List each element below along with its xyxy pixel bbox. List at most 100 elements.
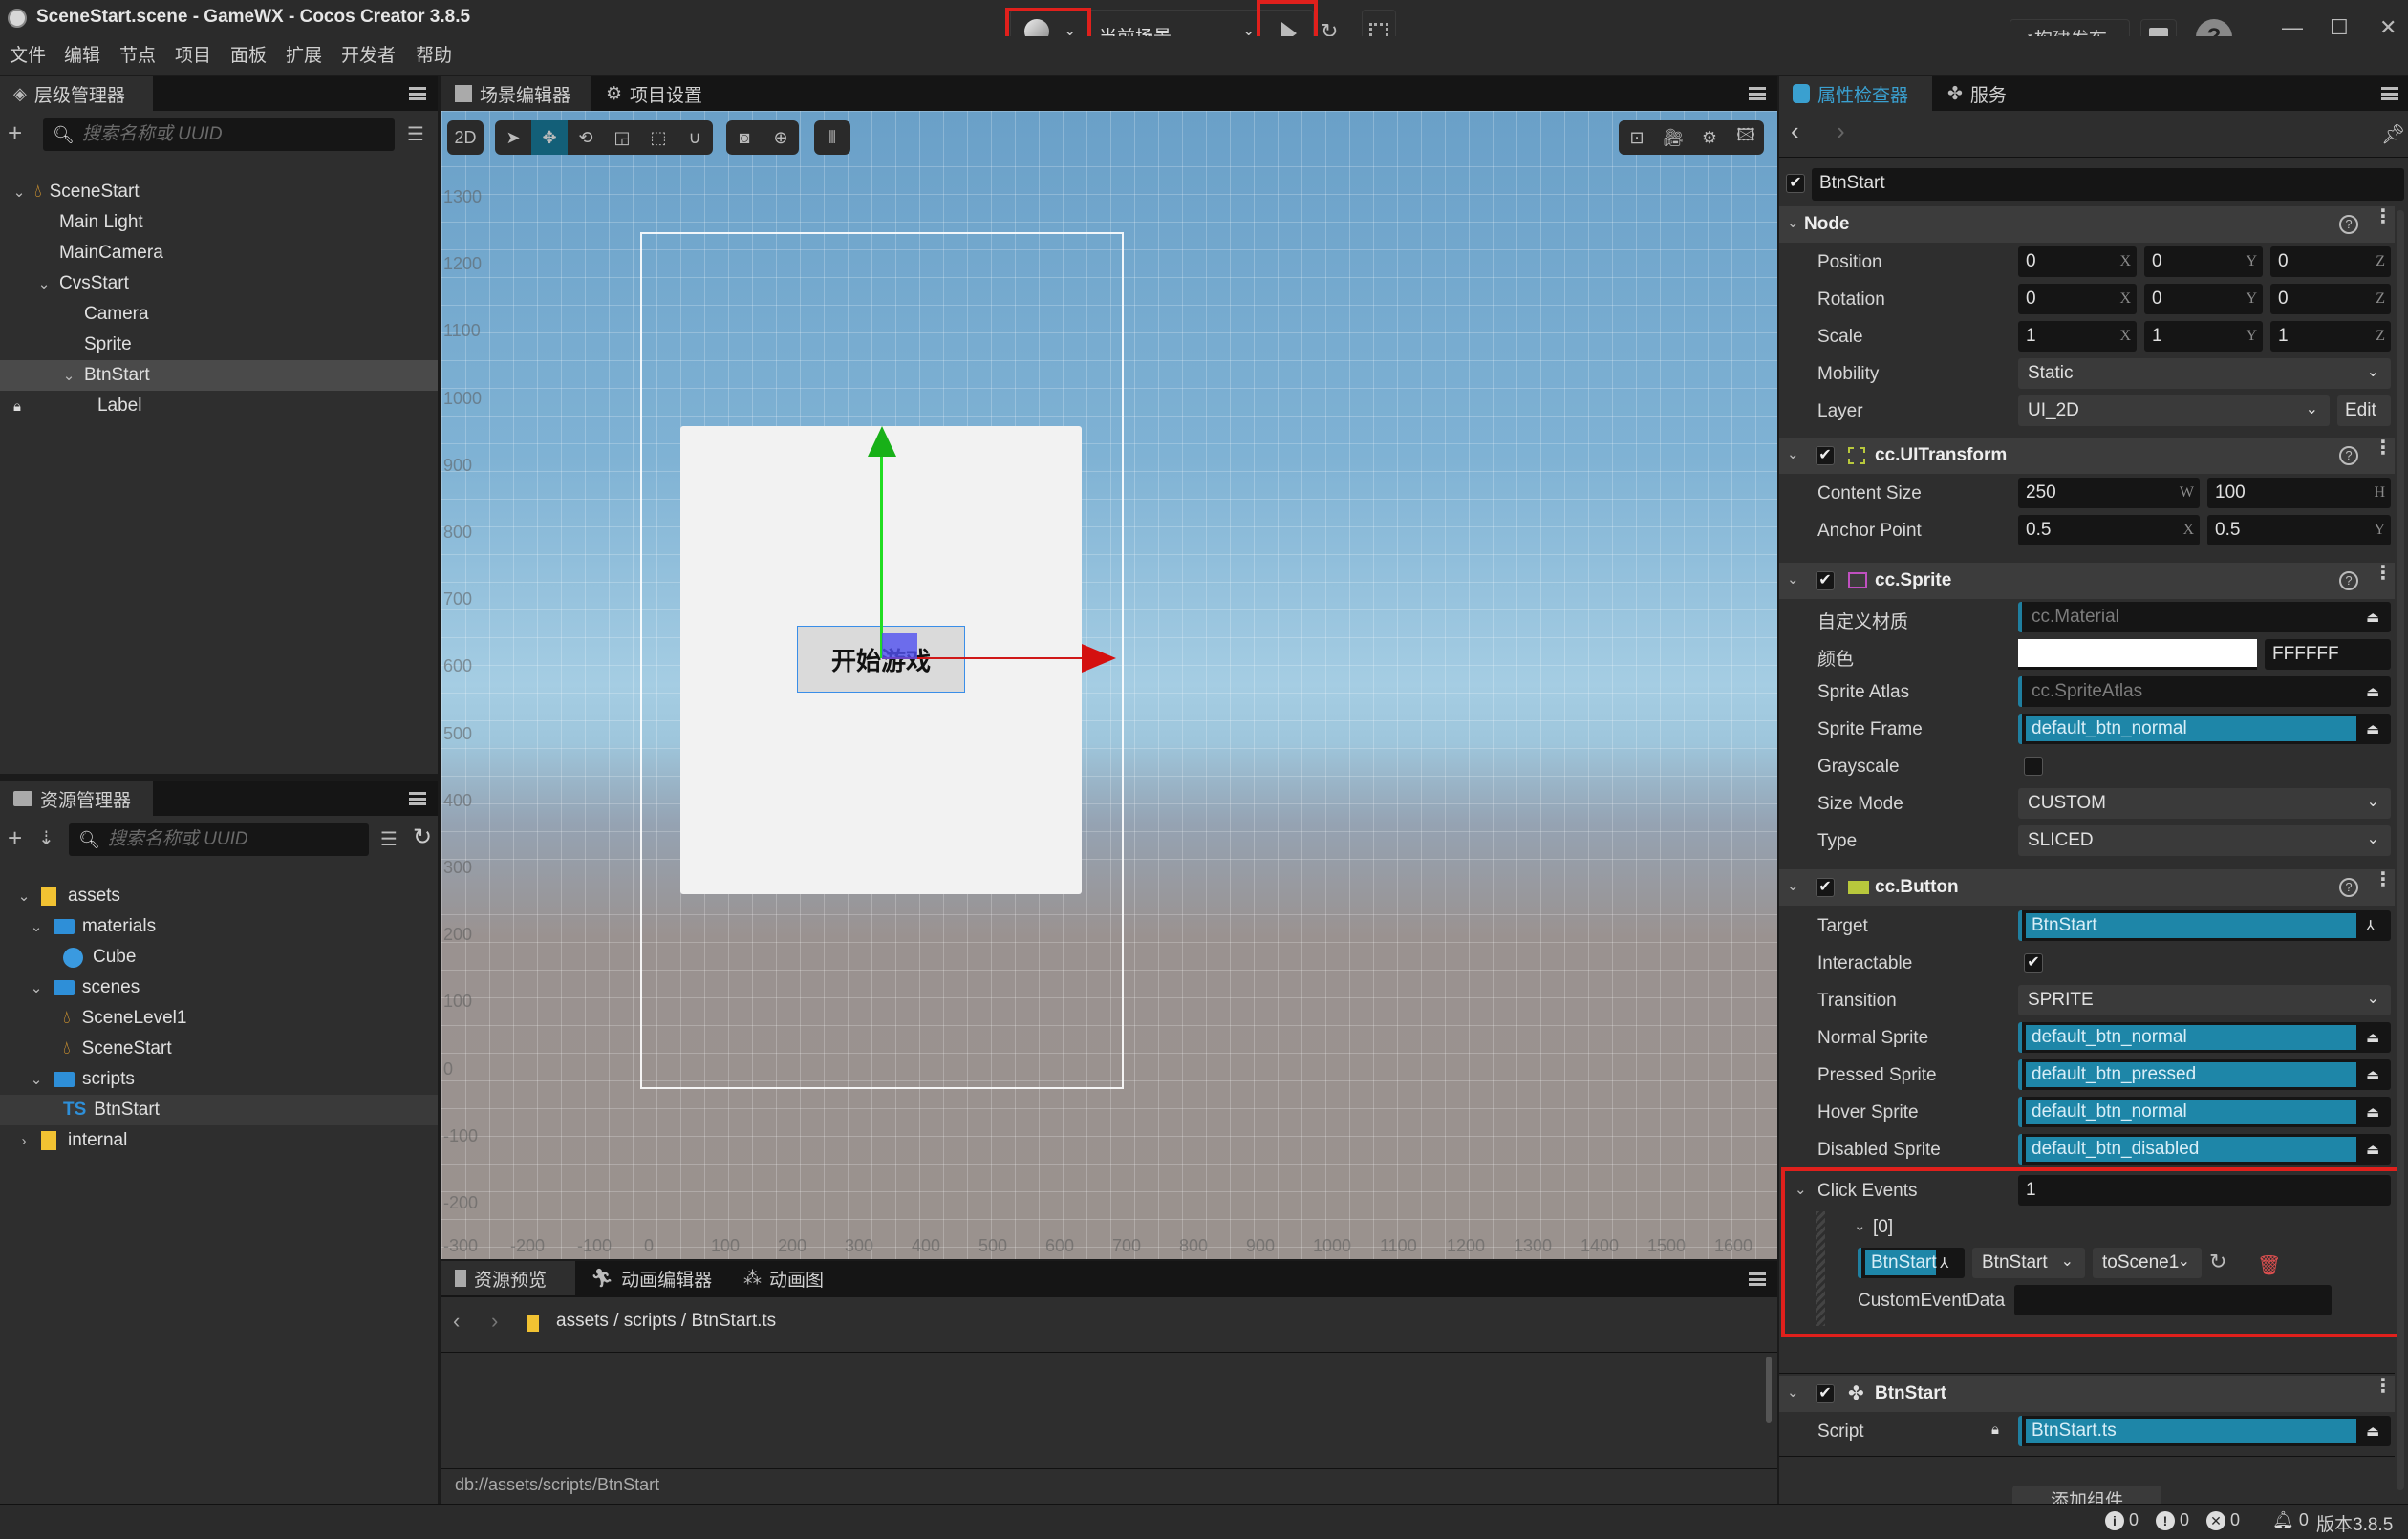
- event-component-select[interactable]: BtnStart ⌄: [1972, 1248, 2085, 1278]
- gizmo-y-axis[interactable]: [880, 453, 883, 658]
- normal-sprite-field[interactable]: default_btn_normal ⏏: [2018, 1022, 2391, 1053]
- scale-x-input[interactable]: 1X: [2018, 321, 2137, 352]
- help-icon[interactable]: ?: [2339, 446, 2358, 465]
- tree-node-maincamera[interactable]: MainCamera: [0, 238, 438, 268]
- add-asset-button[interactable]: +: [8, 823, 22, 853]
- tree-node-cvsstart[interactable]: ⌄ CvsStart: [0, 268, 438, 299]
- sort-icon[interactable]: ⇣: [38, 826, 54, 850]
- type-select[interactable]: SLICED ⌄: [2018, 825, 2391, 856]
- scale-y-input[interactable]: 1Y: [2144, 321, 2263, 352]
- mode-2d-button[interactable]: 2D: [447, 120, 484, 155]
- rotate-tool-icon[interactable]: ⟲: [568, 120, 604, 155]
- tab-inspector[interactable]: 属性检查器: [1779, 76, 1932, 111]
- notification-count[interactable]: 🔔︎ 0: [2272, 1510, 2309, 1530]
- refresh-icon[interactable]: ↻: [413, 823, 432, 851]
- rotation-y-input[interactable]: 0Y: [2144, 284, 2263, 314]
- custom-event-data-input[interactable]: [2014, 1285, 2332, 1315]
- refresh-icon[interactable]: ↻: [2209, 1250, 2226, 1274]
- pressed-sprite-field[interactable]: default_btn_pressed ⏏: [2018, 1059, 2391, 1090]
- menu-panel[interactable]: 面板: [230, 41, 267, 67]
- more-icon[interactable]: ⋮: [2374, 1377, 2393, 1402]
- forward-icon[interactable]: ›: [491, 1309, 498, 1334]
- help-icon[interactable]: ?: [2339, 571, 2358, 590]
- layer-edit-button[interactable]: Edit: [2337, 395, 2391, 426]
- menu-extension[interactable]: 扩展: [286, 41, 322, 67]
- info-count[interactable]: i0: [2105, 1510, 2139, 1530]
- warning-count[interactable]: ! 0: [2156, 1510, 2189, 1530]
- asset-btnstart[interactable]: TS BtnStart: [0, 1095, 438, 1125]
- color-hex-input[interactable]: FFFFFF: [2265, 639, 2391, 670]
- event-handler-select[interactable]: toScene1 ⌄: [2093, 1248, 2202, 1278]
- pivot-icon[interactable]: ◙: [726, 120, 763, 155]
- gizmo-y-arrow-icon[interactable]: [868, 426, 896, 457]
- chevron-down-icon[interactable]: ⌄: [1787, 570, 1799, 588]
- anchor-y-input[interactable]: 0.5 Y: [2207, 515, 2391, 545]
- hierarchy-search[interactable]: 🔍︎: [43, 118, 395, 151]
- position-y-input[interactable]: 0Y: [2144, 246, 2263, 277]
- more-icon[interactable]: ⋮: [2374, 564, 2393, 589]
- chevron-down-icon[interactable]: ⌄: [11, 183, 27, 201]
- event-target-field[interactable]: BtnStart ⅄: [1858, 1248, 1965, 1278]
- select-tool-icon[interactable]: ➤: [495, 120, 531, 155]
- inspector-menu-icon[interactable]: [2381, 87, 2398, 100]
- sprite-header[interactable]: ⌄ ✔ cc.Sprite ? ⋮: [1779, 563, 2395, 599]
- button-enabled-checkbox[interactable]: ✔: [1816, 878, 1835, 897]
- node-name-input[interactable]: BtnStart: [1812, 168, 2404, 201]
- tab-services[interactable]: ✤ 服务: [1934, 76, 2026, 111]
- assets-search[interactable]: 🔍︎: [69, 823, 369, 856]
- rect-tool-icon[interactable]: ⬚: [640, 120, 677, 155]
- click-events-count-input[interactable]: 1: [2018, 1175, 2391, 1206]
- inspector-scrollbar[interactable]: [2397, 210, 2404, 1490]
- menu-project[interactable]: 项目: [175, 41, 211, 67]
- tab-scene-editor[interactable]: 场景编辑器: [441, 76, 591, 111]
- assets-search-input[interactable]: [107, 829, 369, 850]
- asset-scenestart[interactable]: 💧︎ SceneStart: [0, 1034, 438, 1064]
- sprite-enabled-checkbox[interactable]: ✔: [1816, 571, 1835, 590]
- size-mode-select[interactable]: CUSTOM ⌄: [2018, 788, 2391, 819]
- fit-view-icon[interactable]: ⊡: [1619, 120, 1655, 155]
- hierarchy-search-input[interactable]: [81, 124, 395, 145]
- menu-edit[interactable]: 编辑: [64, 41, 100, 67]
- button-header[interactable]: ⌄ ✔ cc.Button ? ⋮: [1779, 869, 2395, 906]
- chevron-down-icon[interactable]: ⌄: [29, 979, 44, 996]
- gizmo-x-arrow-icon[interactable]: [1082, 644, 1116, 673]
- chevron-right-icon[interactable]: ›: [16, 1133, 32, 1149]
- grayscale-checkbox[interactable]: [2024, 757, 2043, 776]
- error-count[interactable]: ✕ 0: [2206, 1510, 2240, 1530]
- content-height-input[interactable]: 100 H: [2207, 478, 2391, 508]
- sprite-frame-field[interactable]: default_btn_normal ⏏: [2018, 714, 2391, 744]
- assets-menu-icon[interactable]: [409, 792, 426, 805]
- gizmo-xy-handle[interactable]: [882, 633, 917, 659]
- asset-cube[interactable]: Cube: [0, 942, 438, 973]
- asset-scenes[interactable]: ⌄ scenes: [0, 973, 438, 1003]
- collapse-all-icon[interactable]: ☰: [407, 122, 424, 146]
- script-field[interactable]: BtnStart.ts ⏏: [2018, 1416, 2391, 1446]
- node-section-header[interactable]: ⌄ Node ? ⋮: [1779, 206, 2395, 243]
- menu-developer[interactable]: 开发者: [341, 41, 396, 67]
- scene-canvas[interactable]: 1300 1200 1100 1000 900 800 700 600 500 400 300 200…: [441, 111, 1777, 1259]
- scene-menu-icon[interactable]: [1749, 87, 1766, 100]
- more-icon[interactable]: ⋮: [2374, 207, 2393, 233]
- chevron-down-icon[interactable]: ⌄: [29, 918, 44, 935]
- bottom-menu-icon[interactable]: [1749, 1272, 1766, 1286]
- chevron-down-icon[interactable]: ⌄: [1787, 1383, 1799, 1400]
- chevron-down-icon[interactable]: ⌄: [1787, 445, 1799, 462]
- chevron-down-icon[interactable]: ⌄: [1795, 1181, 1807, 1198]
- script-component-header[interactable]: ⌄ ✔ ✤ BtnStart ⋮: [1779, 1376, 2395, 1412]
- interactable-checkbox[interactable]: ✔: [2024, 953, 2043, 973]
- more-icon[interactable]: ⋮: [2374, 438, 2393, 464]
- target-field[interactable]: BtnStart ⅄: [2018, 910, 2391, 941]
- tree-node-main-light[interactable]: Main Light: [0, 207, 438, 238]
- menu-node[interactable]: 节点: [119, 41, 156, 67]
- position-z-input[interactable]: 0Z: [2270, 246, 2391, 277]
- align-tool[interactable]: ⫴: [814, 120, 850, 155]
- help-icon[interactable]: ?: [2339, 878, 2358, 897]
- lock-icon[interactable]: 🔒︎: [13, 398, 21, 415]
- tree-node-camera[interactable]: Camera: [0, 299, 438, 330]
- chevron-down-icon[interactable]: ⌄: [16, 887, 32, 905]
- tree-node-scenestart[interactable]: ⌄ 💧︎ SceneStart: [0, 177, 438, 207]
- rotation-z-input[interactable]: 0Z: [2270, 284, 2391, 314]
- menu-file[interactable]: 文件: [10, 41, 46, 67]
- chevron-down-icon[interactable]: ⌄: [1787, 214, 1799, 231]
- menu-help[interactable]: 帮助: [416, 41, 452, 67]
